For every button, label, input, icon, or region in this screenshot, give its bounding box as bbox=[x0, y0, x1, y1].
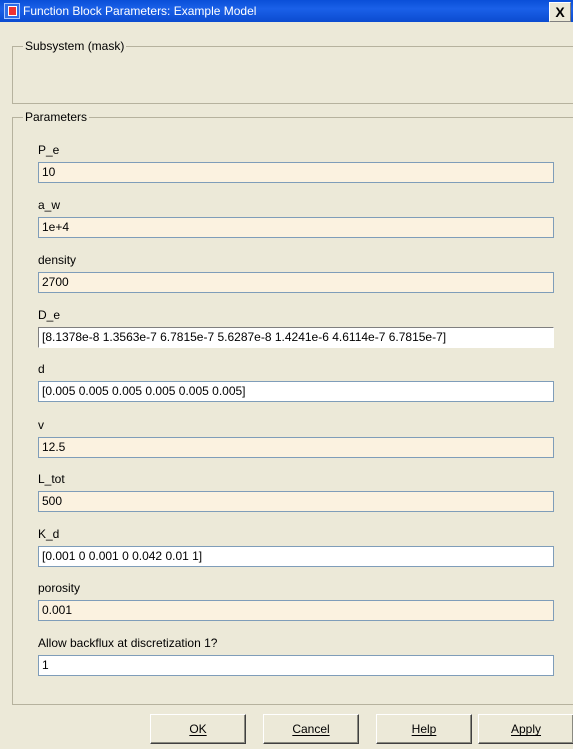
param-label-d: d bbox=[38, 362, 45, 376]
cancel-button[interactable]: Cancel bbox=[263, 714, 359, 744]
param-input-backflux[interactable]: 1 bbox=[38, 655, 554, 676]
title-bar[interactable]: Function Block Parameters: Example Model… bbox=[0, 0, 573, 22]
help-button[interactable]: Help bbox=[376, 714, 472, 744]
subsystem-mask-label: Subsystem (mask) bbox=[25, 39, 125, 53]
param-input-density[interactable]: 2700 bbox=[38, 272, 554, 293]
param-label-porosity: porosity bbox=[38, 581, 81, 595]
param-input-d[interactable]: [0.005 0.005 0.005 0.005 0.005 0.005] bbox=[38, 381, 554, 402]
param-label-l-tot: L_tot bbox=[38, 472, 65, 486]
param-input-porosity[interactable]: 0.001 bbox=[38, 600, 554, 621]
param-input-d-e[interactable]: [8.1378e-8 1.3563e-7 6.7815e-7 5.6287e-8… bbox=[38, 327, 554, 348]
subsystem-mask-group: Subsystem (mask) bbox=[12, 39, 573, 104]
param-label-v: v bbox=[38, 418, 44, 432]
window-title: Function Block Parameters: Example Model bbox=[23, 4, 257, 18]
param-input-a-w[interactable]: 1e+4 bbox=[38, 217, 554, 238]
param-label-a-w: a_w bbox=[38, 198, 61, 212]
param-label-k-d: K_d bbox=[38, 527, 60, 541]
simulink-app-icon bbox=[4, 3, 20, 19]
ok-button[interactable]: OK bbox=[150, 714, 246, 744]
apply-button[interactable]: Apply bbox=[478, 714, 573, 744]
param-input-p-e[interactable]: 10 bbox=[38, 162, 554, 183]
param-input-v[interactable]: 12.5 bbox=[38, 437, 554, 458]
param-label-d-e: D_e bbox=[38, 308, 61, 322]
close-button[interactable]: X bbox=[549, 2, 571, 22]
param-input-k-d[interactable]: [0.001 0 0.001 0 0.042 0.01 1] bbox=[38, 546, 554, 567]
param-label-backflux: Allow backflux at discretization 1? bbox=[38, 636, 218, 650]
param-label-p-e: P_e bbox=[38, 143, 60, 157]
parameters-label: Parameters bbox=[25, 110, 88, 124]
param-input-l-tot[interactable]: 500 bbox=[38, 491, 554, 512]
param-label-density: density bbox=[38, 253, 77, 267]
